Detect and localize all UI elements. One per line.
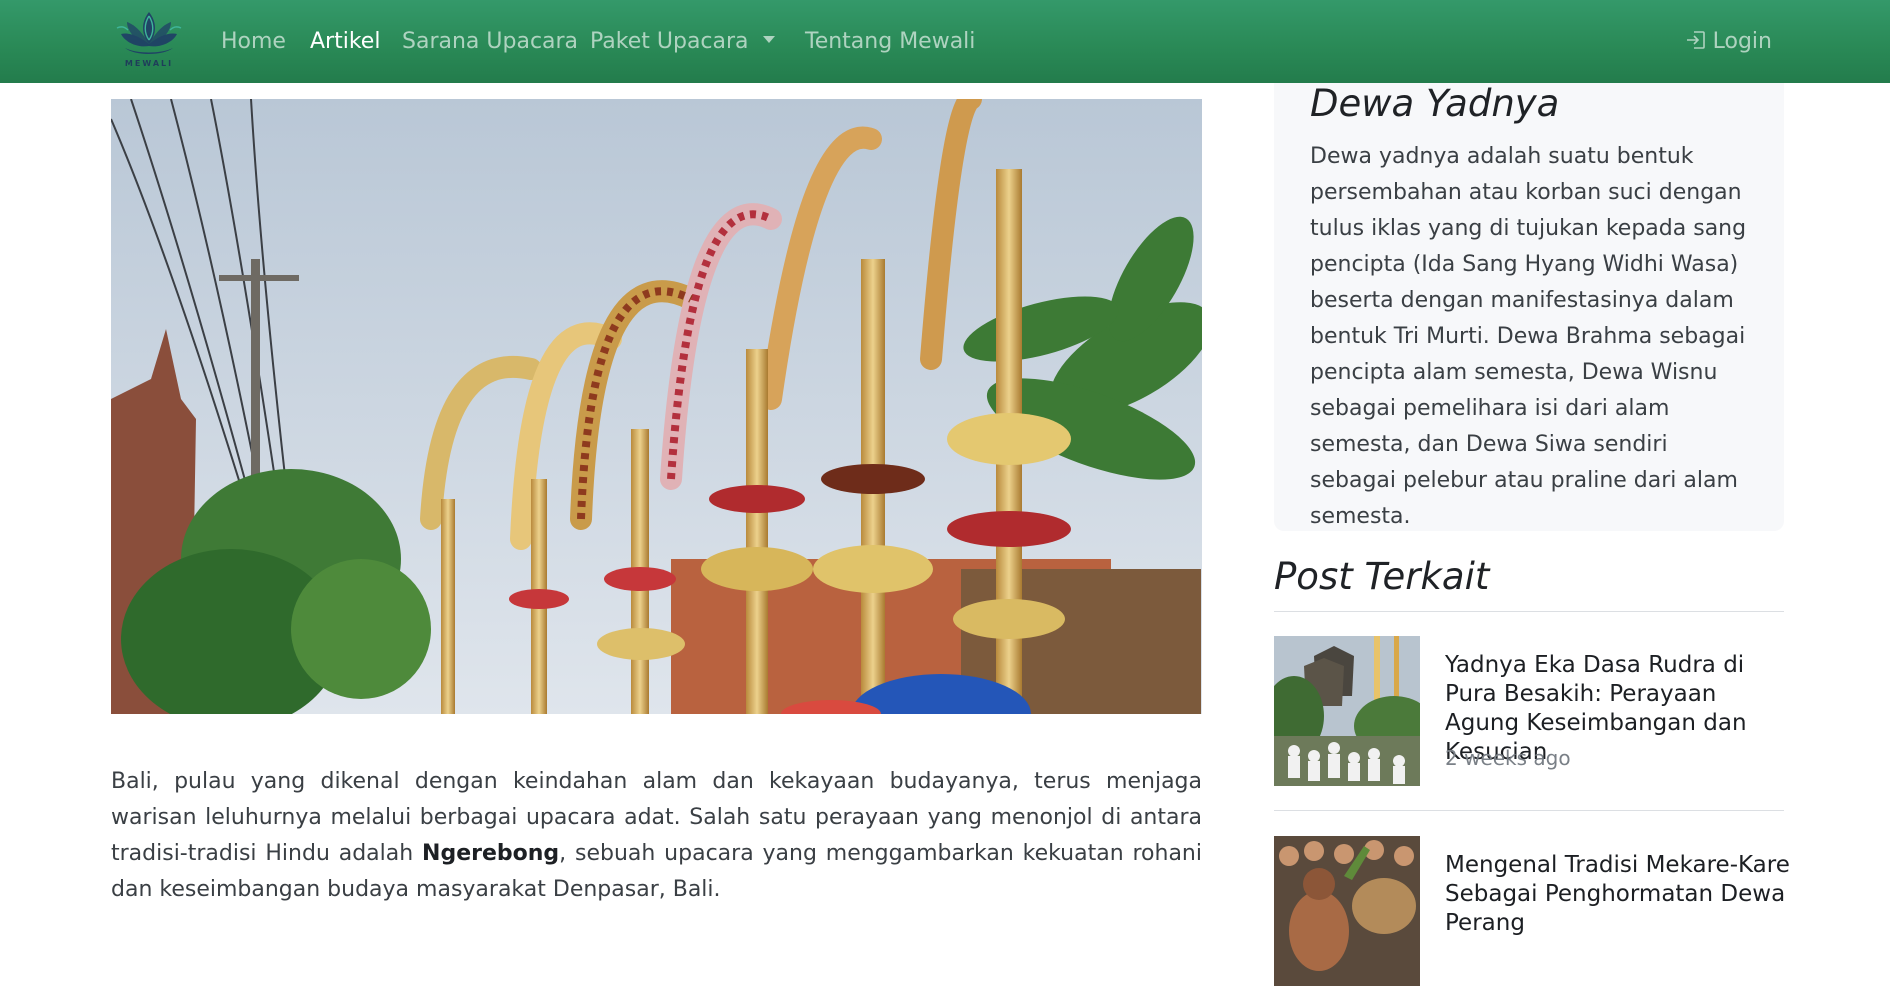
- article-body: Bali, pulau yang dikenal dengan keindaha…: [111, 764, 1202, 908]
- article-text-bold: Ngerebong: [422, 841, 560, 866]
- divider: [1274, 810, 1784, 811]
- article-hero-image: [111, 99, 1202, 714]
- post-title[interactable]: Mengenal Tradisi Mekare-Kare Sebagai Pen…: [1445, 851, 1790, 938]
- mekare-kare-photo-icon: [1274, 836, 1420, 986]
- nav-sarana-upacara[interactable]: Sarana Upacara: [402, 25, 578, 59]
- category-card: Dewa Yadnya Dewa yadnya adalah suatu ben…: [1274, 60, 1784, 531]
- lotus-logo-icon: [116, 12, 182, 54]
- related-post-item[interactable]: Yadnya Eka Dasa Rudra di Pura Besakih: P…: [1274, 636, 1784, 786]
- brand-logo[interactable]: MEWALI: [111, 8, 187, 70]
- post-thumbnail: [1274, 636, 1420, 786]
- login-icon: [1686, 31, 1705, 49]
- login-label: Login: [1712, 29, 1772, 54]
- nav-paket-upacara-label: Paket Upacara: [590, 29, 749, 54]
- login-link[interactable]: Login: [1685, 25, 1772, 59]
- related-post-item[interactable]: Mengenal Tradisi Mekare-Kare Sebagai Pen…: [1274, 836, 1790, 986]
- category-card-title: Dewa Yadnya: [1310, 82, 1560, 125]
- navbar: MEWALI Home Artikel Sarana Upacara Paket…: [0, 0, 1890, 83]
- category-card-text: Dewa yadnya adalah suatu bentuk persemba…: [1310, 144, 1747, 529]
- caret-down-icon: [762, 35, 775, 43]
- nav-paket-upacara-dropdown[interactable]: Paket Upacara: [590, 25, 775, 59]
- brand-name: MEWALI: [124, 59, 174, 68]
- related-posts-title: Post Terkait: [1274, 555, 1490, 598]
- nav-tentang-mewali[interactable]: Tentang Mewali: [805, 25, 975, 59]
- penjor-photo-icon: [111, 99, 1202, 714]
- temple-photo-icon: [1274, 636, 1420, 786]
- nav-artikel[interactable]: Artikel: [310, 25, 380, 59]
- post-date: 2 weeks ago: [1445, 746, 1571, 770]
- post-thumbnail: [1274, 836, 1420, 986]
- nav-home[interactable]: Home: [221, 25, 286, 59]
- divider: [1274, 611, 1784, 612]
